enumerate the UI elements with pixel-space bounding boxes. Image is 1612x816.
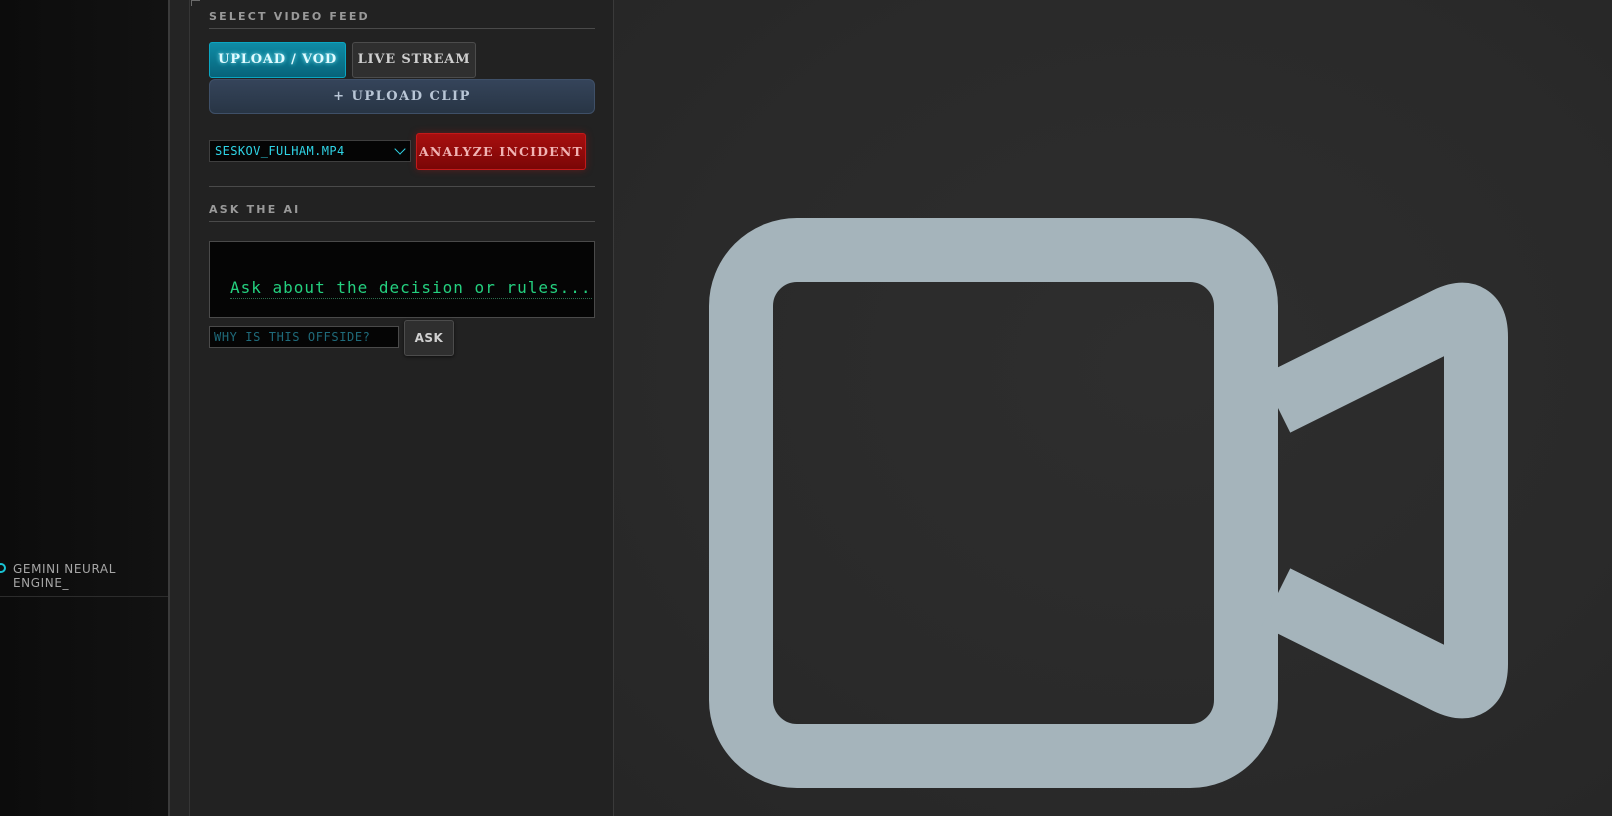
video-viewport[interactable] bbox=[614, 0, 1612, 816]
clip-select[interactable]: SESKOV_FULHAM.MP4 bbox=[209, 140, 411, 162]
control-panel: SELECT VIDEO FEED UPLOAD / VOD LIVE STRE… bbox=[190, 0, 614, 816]
section-divider bbox=[209, 186, 595, 187]
question-input-placeholder: WHY IS THIS OFFSIDE? bbox=[214, 330, 371, 344]
chevron-down-icon bbox=[394, 143, 406, 155]
feed-section-title: SELECT VIDEO FEED bbox=[209, 10, 595, 29]
live-stream-tab[interactable]: LIVE STREAM bbox=[352, 42, 476, 78]
clip-select-value: SESKOV_FULHAM.MP4 bbox=[215, 144, 345, 158]
ai-response-placeholder: Ask about the decision or rules... bbox=[230, 278, 592, 299]
upload-clip-button[interactable]: + UPLOAD CLIP bbox=[209, 79, 595, 114]
engine-status: GEMINI NEURAL ENGINE_ bbox=[0, 562, 168, 597]
question-input[interactable]: WHY IS THIS OFFSIDE? bbox=[209, 326, 399, 348]
analyze-incident-button[interactable]: ANALYZE INCIDENT bbox=[416, 133, 586, 170]
upload-vod-tab[interactable]: UPLOAD / VOD bbox=[209, 42, 346, 78]
ask-section-title: ASK THE AI bbox=[209, 203, 595, 222]
panel-divider[interactable] bbox=[170, 0, 190, 816]
video-camera-icon bbox=[709, 218, 1508, 788]
corner-bracket bbox=[191, 0, 200, 6]
left-nav: GEMINI NEURAL ENGINE_ bbox=[0, 0, 170, 816]
ai-response-box: Ask about the decision or rules... bbox=[209, 241, 595, 318]
engine-label: GEMINI NEURAL ENGINE_ bbox=[13, 562, 116, 590]
ask-button[interactable]: ASK bbox=[404, 320, 454, 356]
status-indicator-icon bbox=[0, 563, 6, 573]
